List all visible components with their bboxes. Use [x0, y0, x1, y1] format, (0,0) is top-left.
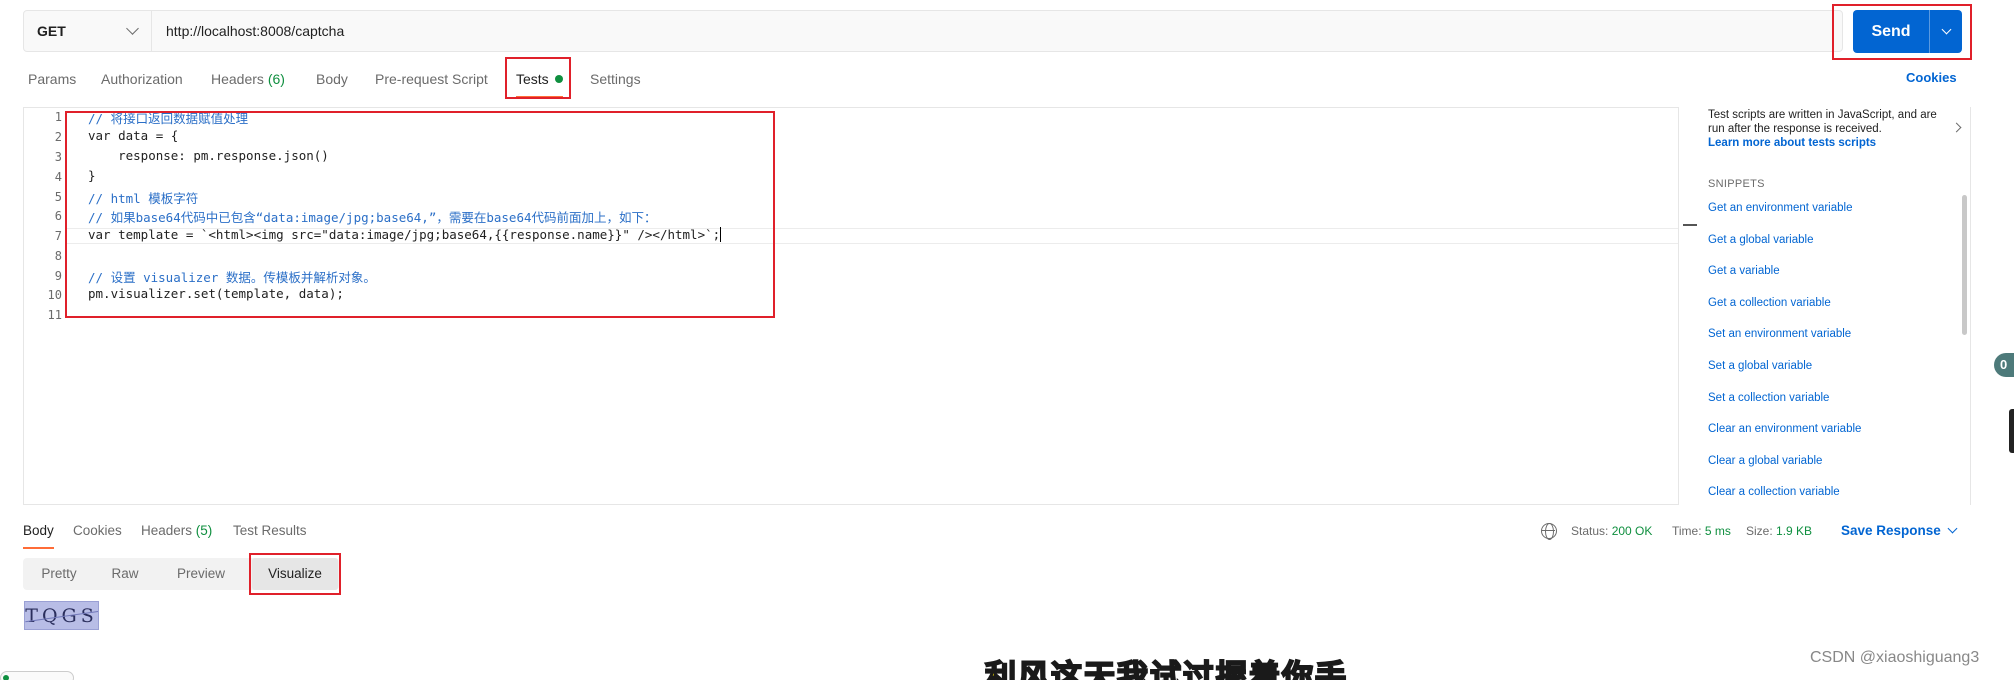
snippet-link[interactable]: Clear a global variable [1708, 455, 1822, 467]
send-options-button[interactable] [1930, 10, 1962, 53]
line-gutter: 1 2 3 4 5 6 7 8 9 10 11 [24, 108, 66, 504]
snippet-link[interactable]: Clear an environment variable [1708, 423, 1861, 435]
code-line: // 如果base64代码中已包含“data:image/jpg;base64,… [88, 210, 657, 225]
tests-highlight-box [505, 57, 571, 99]
visualize-highlight-box [249, 553, 341, 595]
view-pretty[interactable]: Pretty [23, 558, 95, 590]
snippet-link[interactable]: Set a collection variable [1708, 392, 1829, 404]
url-input[interactable]: http://localhost:8008/captcha [152, 23, 344, 39]
code-line: } [88, 168, 96, 183]
notification-badge[interactable]: 0 [1994, 353, 2014, 377]
size-value: 1.9 KB [1776, 524, 1813, 538]
code-line: // html 模板字符 [88, 191, 199, 206]
tests-description: Test scripts are written in JavaScript, … [1708, 109, 1937, 135]
tab-authorization[interactable]: Authorization [101, 68, 183, 98]
response-tab-cookies[interactable]: Cookies [73, 523, 122, 549]
code-text: var template = `<html><img src="data:ima… [88, 227, 721, 242]
method-select[interactable]: GET [24, 11, 152, 51]
time-readout: Time: 5 ms [1672, 524, 1731, 538]
response-headers-count: (5) [195, 523, 213, 538]
response-tab-headers[interactable]: Headers (5) [141, 523, 212, 549]
code-line: var data = { [88, 128, 179, 143]
snippet-link[interactable]: Get a variable [1708, 265, 1780, 277]
method-label: GET [37, 23, 66, 39]
line-number: 3 [54, 150, 62, 164]
code-line: response: pm.response.json() [88, 148, 329, 163]
size-readout: Size: 1.9 KB [1746, 524, 1813, 538]
chevron-down-icon [1947, 523, 1958, 534]
response-tab-body[interactable]: Body [23, 523, 54, 549]
request-bar: GET http://localhost:8008/captcha [23, 10, 1843, 52]
edge-handle[interactable] [2009, 409, 2014, 453]
send-label: Send [1853, 10, 1930, 53]
tab-headers[interactable]: Headers (6) [211, 68, 285, 98]
tab-params[interactable]: Params [28, 68, 76, 98]
line-number: 4 [54, 170, 62, 184]
video-subtitle: 利风这天我试过握着你手 [984, 658, 1348, 680]
code-line: // 设置 visualizer 数据。传模板并解析对象。 [88, 270, 376, 285]
line-number: 9 [54, 269, 62, 283]
snippet-link[interactable]: Get a global variable [1708, 234, 1813, 246]
code-line: pm.visualizer.set(template, data); [88, 286, 344, 301]
save-response-button[interactable]: Save Response [1841, 523, 1958, 538]
tab-settings[interactable]: Settings [590, 68, 641, 98]
panel-divider [1970, 107, 1971, 505]
tab-body[interactable]: Body [316, 68, 348, 98]
code-line: // 将接口返回数据赋值处理 [88, 111, 249, 126]
send-button[interactable]: Send [1853, 10, 1962, 53]
cookies-link[interactable]: Cookies [1906, 70, 1957, 85]
captcha-image: TQGS [24, 601, 99, 630]
snippets-title: SNIPPETS [1708, 178, 1765, 190]
headers-count: (6) [267, 71, 285, 87]
snippet-link[interactable]: Get a collection variable [1708, 297, 1831, 309]
snippets-panel: Test scripts are written in JavaScript, … [1708, 108, 1970, 503]
chevron-right-icon[interactable] [1951, 122, 1962, 133]
status-readout: Status: 200 OK [1571, 524, 1653, 538]
globe-icon[interactable] [1541, 523, 1557, 540]
request-tabs: Params Authorization Headers (6) Body Pr… [0, 68, 2014, 98]
status-pill[interactable] [0, 671, 74, 680]
status-value: 200 OK [1611, 524, 1653, 538]
line-number: 5 [54, 190, 62, 204]
watermark: CSDN @xiaoshiguang3 [1810, 649, 1980, 666]
view-preview[interactable]: Preview [155, 558, 247, 590]
line-number: 10 [47, 288, 62, 302]
line-number: 8 [54, 249, 62, 263]
chevron-down-icon [126, 22, 139, 35]
script-editor[interactable]: 1 2 3 4 5 6 7 8 9 10 11 // 将接口返回数据赋值处理 v… [23, 107, 1679, 505]
learn-more-link[interactable]: Learn more about tests scripts [1708, 137, 1970, 149]
text-cursor [720, 227, 722, 242]
snippet-link[interactable]: Clear a collection variable [1708, 486, 1840, 498]
editor-scroll-marker [1683, 224, 1697, 226]
view-raw[interactable]: Raw [95, 558, 155, 590]
line-number: 2 [54, 130, 62, 144]
snippet-link[interactable]: Get an environment variable [1708, 202, 1852, 214]
line-number: 6 [54, 209, 62, 223]
line-number: 1 [54, 110, 62, 124]
line-number: 7 [54, 229, 62, 243]
time-value: 5 ms [1704, 524, 1731, 538]
line-number: 11 [47, 308, 62, 322]
chevron-down-icon [1941, 24, 1951, 35]
response-tab-test-results[interactable]: Test Results [233, 523, 307, 549]
snippet-link[interactable]: Set an environment variable [1708, 328, 1851, 340]
status-dot-icon [3, 675, 9, 680]
snippet-link[interactable]: Set a global variable [1708, 360, 1812, 372]
snippets-scrollbar[interactable] [1962, 195, 1967, 335]
tab-pre-request-script[interactable]: Pre-request Script [375, 68, 488, 98]
code-line: var template = `<html><img src="data:ima… [88, 227, 722, 242]
